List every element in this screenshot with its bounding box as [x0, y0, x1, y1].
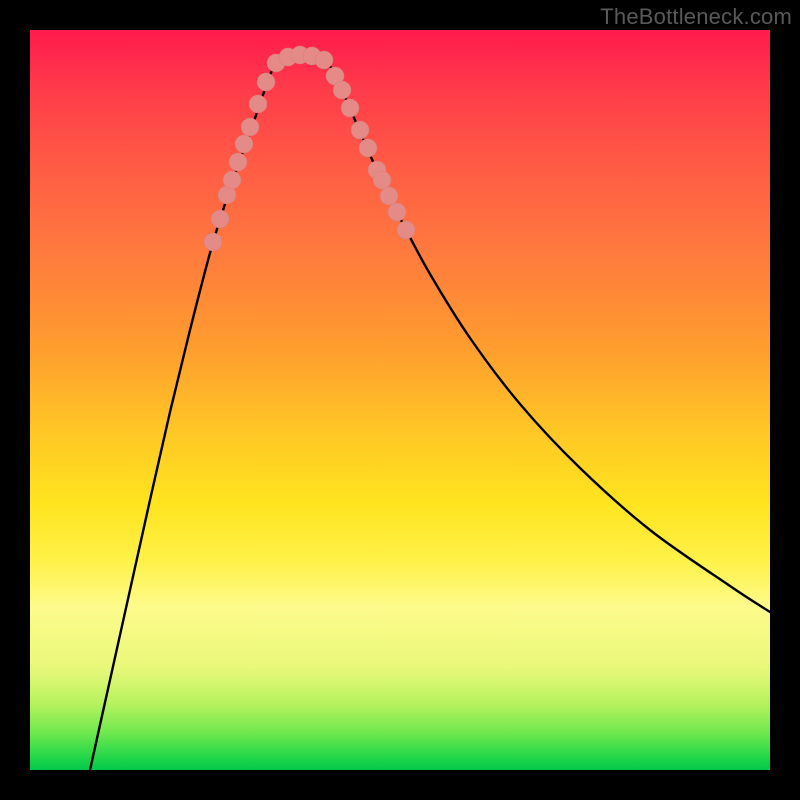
data-point-marker: [373, 171, 391, 189]
plot-area: [30, 30, 770, 770]
data-point-marker: [257, 73, 275, 91]
data-point-marker: [249, 95, 267, 113]
data-point-marker: [397, 221, 415, 239]
data-point-marker: [241, 118, 259, 136]
data-point-marker: [388, 203, 406, 221]
data-point-marker: [204, 233, 222, 251]
data-point-marker: [341, 99, 359, 117]
data-point-marker: [380, 187, 398, 205]
curve-layer: [30, 30, 770, 770]
data-point-marker: [333, 81, 351, 99]
data-point-marker: [359, 139, 377, 157]
data-point-marker: [223, 171, 241, 189]
chart-frame: TheBottleneck.com: [0, 0, 800, 800]
data-point-markers: [204, 46, 415, 251]
data-point-marker: [229, 153, 247, 171]
data-point-marker: [235, 135, 253, 153]
data-point-marker: [211, 210, 229, 228]
data-point-marker: [351, 121, 369, 139]
watermark-text: TheBottleneck.com: [600, 4, 792, 30]
bottleneck-curve: [90, 58, 770, 770]
data-point-marker: [315, 51, 333, 69]
